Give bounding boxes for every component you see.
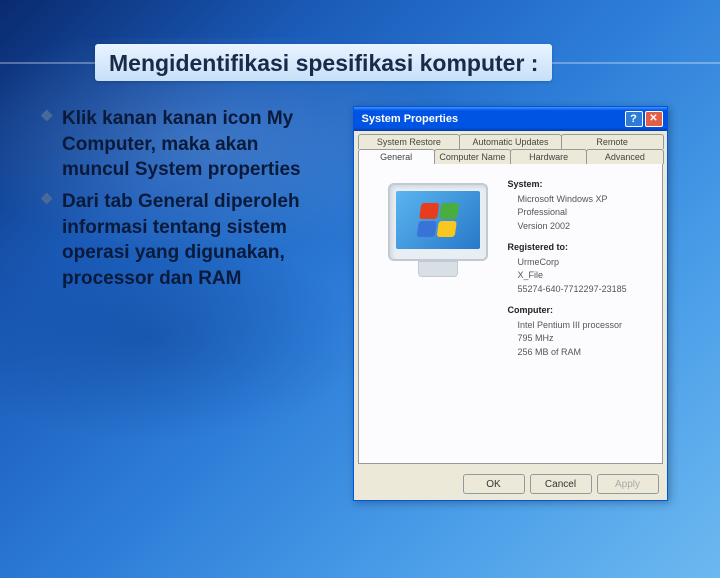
ok-button[interactable]: OK bbox=[463, 474, 525, 494]
system-line: Professional bbox=[518, 206, 648, 220]
registered-line: 55274-640-7712297-23185 bbox=[518, 283, 648, 297]
tab-computer-name[interactable]: Computer Name bbox=[434, 149, 511, 164]
dialog-button-row: OK Cancel Apply bbox=[354, 468, 667, 500]
tab-automatic-updates[interactable]: Automatic Updates bbox=[459, 134, 562, 149]
list-item: Klik kanan kanan icon My Computer, maka … bbox=[40, 106, 320, 183]
tab-remote[interactable]: Remote bbox=[561, 134, 664, 149]
computer-heading: Computer: bbox=[508, 304, 648, 318]
tab-strip: System Restore Automatic Updates Remote … bbox=[354, 131, 667, 164]
computer-line: Intel Pentium III processor bbox=[518, 319, 648, 333]
cancel-button[interactable]: Cancel bbox=[530, 474, 592, 494]
tab-advanced[interactable]: Advanced bbox=[586, 149, 663, 164]
tab-panel-general: System: Microsoft Windows XP Professiona… bbox=[358, 164, 663, 464]
slide-title-bar: Mengidentifikasi spesifikasi komputer : bbox=[0, 38, 720, 86]
computer-monitor-icon bbox=[378, 183, 498, 288]
tab-system-restore[interactable]: System Restore bbox=[358, 134, 461, 149]
system-properties-window: System Properties ? ✕ System Restore Aut… bbox=[353, 106, 668, 501]
windows-flag-icon bbox=[415, 202, 460, 238]
system-line: Version 2002 bbox=[518, 220, 648, 234]
list-item: Dari tab General diperoleh informasi ten… bbox=[40, 189, 320, 292]
window-title: System Properties bbox=[362, 113, 459, 125]
window-titlebar[interactable]: System Properties ? ✕ bbox=[354, 107, 667, 131]
registered-line: UrmeCorp bbox=[518, 256, 648, 270]
computer-line: 795 MHz bbox=[518, 332, 648, 346]
system-heading: System: bbox=[508, 178, 648, 192]
tab-general[interactable]: General bbox=[358, 149, 435, 164]
registered-heading: Registered to: bbox=[508, 241, 648, 255]
slide-title: Mengidentifikasi spesifikasi komputer : bbox=[95, 44, 552, 81]
registered-line: X_File bbox=[518, 269, 648, 283]
help-icon[interactable]: ? bbox=[625, 111, 643, 127]
apply-button[interactable]: Apply bbox=[597, 474, 659, 494]
bullet-list: Klik kanan kanan icon My Computer, maka … bbox=[40, 106, 320, 501]
close-icon[interactable]: ✕ bbox=[645, 111, 663, 127]
tab-hardware[interactable]: Hardware bbox=[510, 149, 587, 164]
computer-line: 256 MB of RAM bbox=[518, 346, 648, 360]
system-line: Microsoft Windows XP bbox=[518, 193, 648, 207]
